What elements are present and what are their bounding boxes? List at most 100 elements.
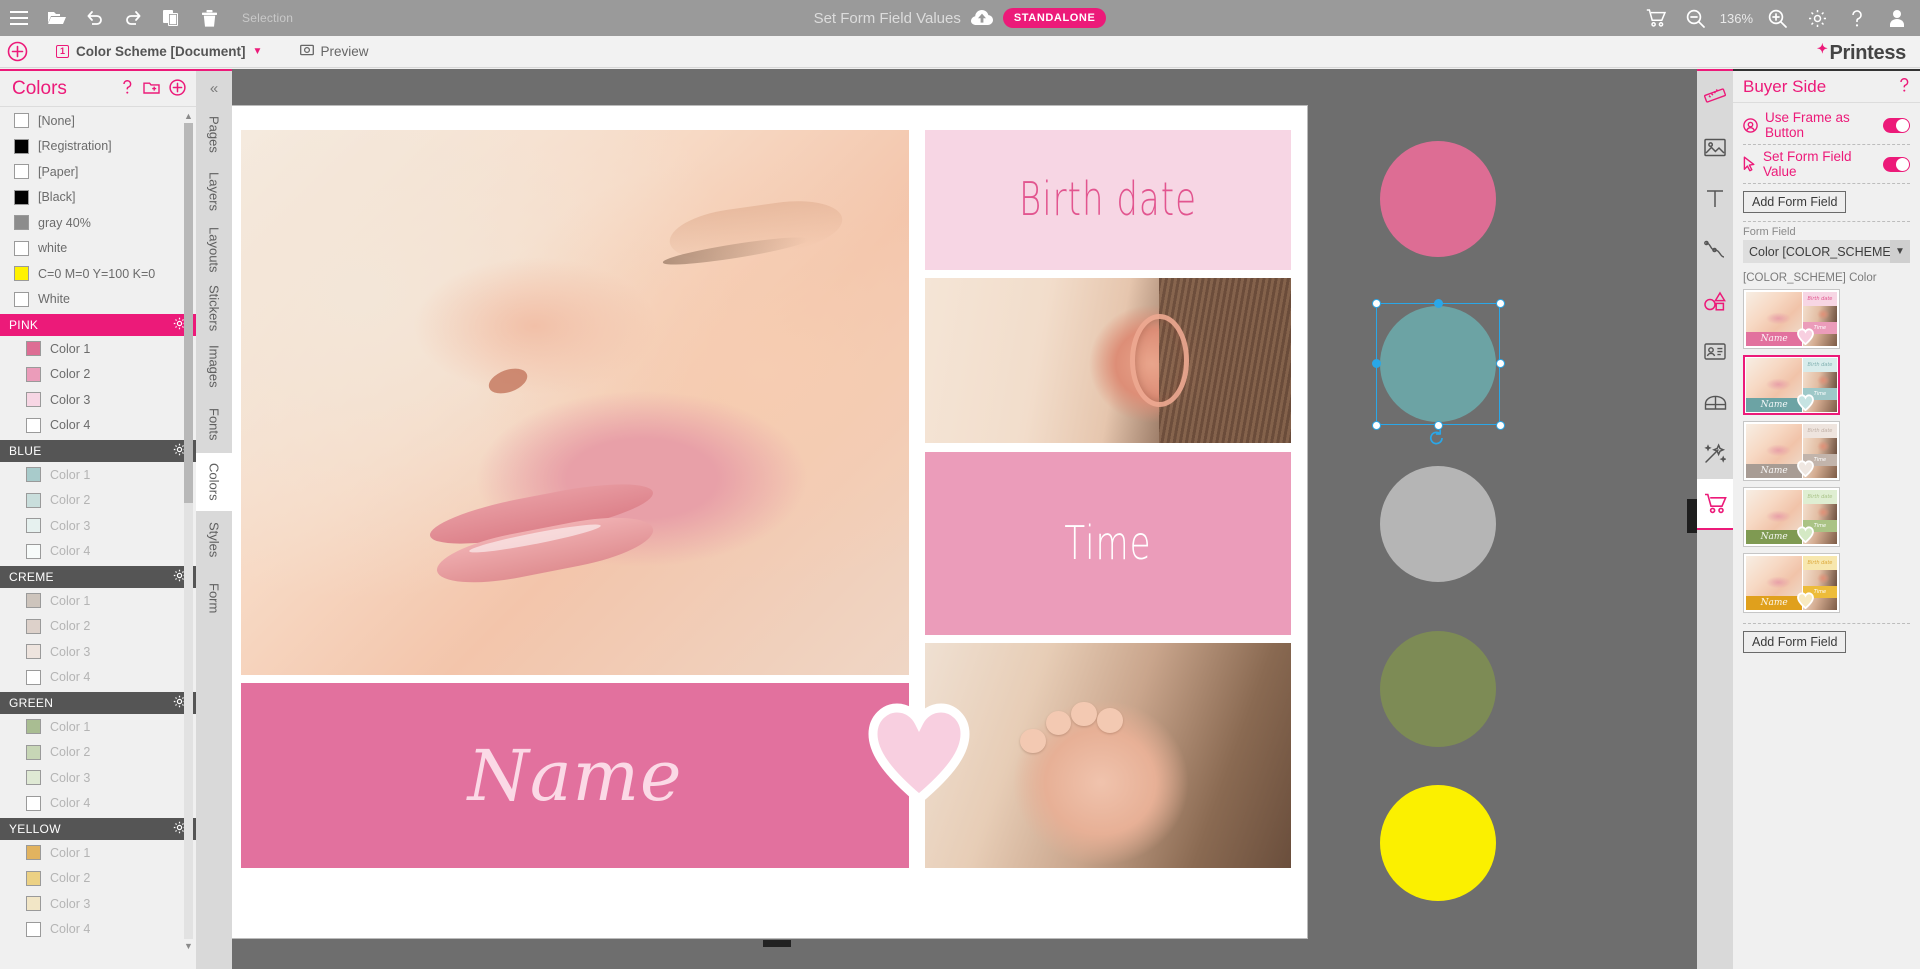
swatch-item[interactable]: Color 2 bbox=[0, 362, 196, 388]
cart-icon[interactable] bbox=[1697, 479, 1733, 530]
color-group-header-blue[interactable]: BLUE bbox=[0, 440, 196, 462]
swatch-item[interactable]: Color 4 bbox=[0, 413, 196, 439]
help-icon[interactable] bbox=[1898, 77, 1911, 96]
swatch-item[interactable]: [Registration] bbox=[0, 134, 196, 160]
swatch-item[interactable]: [Paper] bbox=[0, 159, 196, 185]
swatch-item[interactable]: Color 4 bbox=[0, 539, 196, 565]
tab-preview[interactable]: Preview bbox=[300, 44, 368, 59]
image-icon[interactable] bbox=[1697, 122, 1733, 173]
sidebar-item-pages[interactable]: Pages bbox=[196, 105, 232, 163]
sidebar-item-images[interactable]: Images bbox=[196, 337, 232, 395]
help-icon[interactable] bbox=[121, 79, 134, 98]
swatch-item[interactable]: Color 4 bbox=[0, 917, 196, 943]
gear-icon[interactable] bbox=[1798, 0, 1836, 36]
chevron-double-left-icon[interactable]: « bbox=[196, 71, 232, 105]
swatch-item[interactable]: Color 3 bbox=[0, 765, 196, 791]
color-swatch-list[interactable]: [None] [Registration] [Paper] [Black] gr… bbox=[0, 108, 196, 969]
baby-feet-photo[interactable] bbox=[925, 643, 1291, 868]
swatch-item[interactable]: Color 2 bbox=[0, 488, 196, 514]
resize-handle-bl[interactable] bbox=[1372, 421, 1381, 430]
document-page[interactable]: Birth date Time Name bbox=[232, 105, 1308, 947]
form-field-select[interactable]: Color [COLOR_SCHEME] ▼ bbox=[1743, 240, 1910, 263]
birth-date-block[interactable]: Birth date bbox=[925, 130, 1291, 270]
name-block[interactable]: Name bbox=[241, 683, 909, 868]
colors-scrollbar[interactable]: ▲ ▼ bbox=[184, 111, 193, 951]
resize-handle-tr[interactable] bbox=[1496, 299, 1505, 308]
swatch-item[interactable]: White bbox=[0, 287, 196, 313]
add-color-icon[interactable] bbox=[169, 78, 186, 99]
add-form-field-button-top[interactable]: Add Form Field bbox=[1743, 191, 1847, 213]
arch-icon[interactable] bbox=[1697, 377, 1733, 428]
sidebar-item-layouts[interactable]: Layouts bbox=[196, 221, 232, 279]
color-group-header-creme[interactable]: CREME bbox=[0, 566, 196, 588]
id-card-icon[interactable] bbox=[1697, 326, 1733, 377]
baby-ear-photo[interactable] bbox=[925, 278, 1291, 443]
swatch-item[interactable]: [Black] bbox=[0, 185, 196, 211]
set-form-field-value-toggle[interactable] bbox=[1883, 156, 1910, 172]
new-folder-icon[interactable] bbox=[143, 80, 160, 97]
scrollbar-thumb[interactable] bbox=[184, 123, 193, 503]
color-group-header-green[interactable]: GREEN bbox=[0, 692, 196, 714]
zoom-in-icon[interactable] bbox=[1758, 0, 1796, 36]
sidebar-item-colors[interactable]: Colors bbox=[196, 453, 232, 511]
swatch-item[interactable]: Color 1 bbox=[0, 840, 196, 866]
use-frame-as-button-row[interactable]: Use Frame as Button bbox=[1743, 110, 1910, 140]
chevron-down-icon[interactable]: ▼ bbox=[253, 46, 263, 57]
design-canvas[interactable]: Birth date Time Name bbox=[232, 69, 1697, 969]
swatch-item[interactable]: Color 3 bbox=[0, 387, 196, 413]
magic-wand-icon[interactable] bbox=[1697, 428, 1733, 479]
swatch-item[interactable]: Color 2 bbox=[0, 614, 196, 640]
undo-icon[interactable] bbox=[76, 0, 114, 36]
sidebar-item-form[interactable]: Form bbox=[196, 569, 232, 627]
cart-icon[interactable] bbox=[1637, 0, 1675, 36]
resize-handle-ml[interactable] bbox=[1372, 359, 1381, 368]
resize-handle-br[interactable] bbox=[1496, 421, 1505, 430]
swatch-item[interactable]: Color 3 bbox=[0, 513, 196, 539]
swatch-item[interactable]: Color 4 bbox=[0, 665, 196, 691]
panel-resize-handle[interactable] bbox=[1687, 499, 1697, 533]
swatch-item[interactable]: Color 2 bbox=[0, 740, 196, 766]
sidebar-item-stickers[interactable]: Stickers bbox=[196, 279, 232, 337]
use-frame-as-button-toggle[interactable] bbox=[1883, 117, 1910, 133]
folder-open-icon[interactable] bbox=[38, 0, 76, 36]
color-group-header-yellow[interactable]: YELLOW bbox=[0, 818, 196, 840]
set-form-field-value-row[interactable]: Set Form Field Value bbox=[1743, 149, 1910, 179]
circle-pink[interactable] bbox=[1380, 141, 1496, 257]
document-tab-color-scheme[interactable]: 1 Color Scheme [Document] ▼ bbox=[56, 44, 262, 59]
copy-icon[interactable] bbox=[152, 0, 190, 36]
swatch-item[interactable]: Color 3 bbox=[0, 639, 196, 665]
chevron-down-icon[interactable]: ▼ bbox=[1890, 240, 1910, 263]
swatch-item[interactable]: [None] bbox=[0, 108, 196, 134]
time-block[interactable]: Time bbox=[925, 452, 1291, 635]
swatch-item[interactable]: Color 3 bbox=[0, 891, 196, 917]
circle-gray[interactable] bbox=[1380, 466, 1496, 582]
color-scheme-thumbnail-list[interactable]: Name Birth date Time Name Birth date Tim… bbox=[1743, 289, 1910, 613]
circle-olive[interactable] bbox=[1380, 631, 1496, 747]
trash-icon[interactable] bbox=[190, 0, 228, 36]
swatch-item[interactable]: white bbox=[0, 236, 196, 262]
zoom-level[interactable]: 136% bbox=[1717, 11, 1756, 26]
baby-face-photo[interactable] bbox=[241, 130, 909, 675]
scroll-down-arrow[interactable]: ▼ bbox=[184, 941, 193, 951]
menu-icon[interactable] bbox=[0, 0, 38, 36]
swatch-item[interactable]: Color 2 bbox=[0, 866, 196, 892]
zoom-out-icon[interactable] bbox=[1677, 0, 1715, 36]
circle-yellow[interactable] bbox=[1380, 785, 1496, 901]
resize-handle-mr[interactable] bbox=[1496, 359, 1505, 368]
sidebar-item-layers[interactable]: Layers bbox=[196, 163, 232, 221]
swatch-item[interactable]: gray 40% bbox=[0, 210, 196, 236]
path-icon[interactable] bbox=[1697, 224, 1733, 275]
swatch-item[interactable]: Color 1 bbox=[0, 336, 196, 362]
swatch-item[interactable]: C=0 M=0 Y=100 K=0 bbox=[0, 261, 196, 287]
add-form-field-button-bottom[interactable]: Add Form Field bbox=[1743, 631, 1847, 653]
scheme-thumbnail-green[interactable]: Name Birth date Time bbox=[1743, 487, 1840, 547]
swatch-item[interactable]: Color 1 bbox=[0, 462, 196, 488]
cloud-upload-icon[interactable] bbox=[970, 10, 993, 26]
scroll-up-arrow[interactable]: ▲ bbox=[184, 111, 193, 121]
rotate-icon[interactable] bbox=[1428, 429, 1445, 450]
help-icon[interactable] bbox=[1838, 0, 1876, 36]
resize-handle-tl[interactable] bbox=[1372, 299, 1381, 308]
swatch-item[interactable]: Color 1 bbox=[0, 714, 196, 740]
resize-handle-tc[interactable] bbox=[1434, 299, 1443, 308]
scheme-thumbnail-pink[interactable]: Name Birth date Time bbox=[1743, 289, 1840, 349]
